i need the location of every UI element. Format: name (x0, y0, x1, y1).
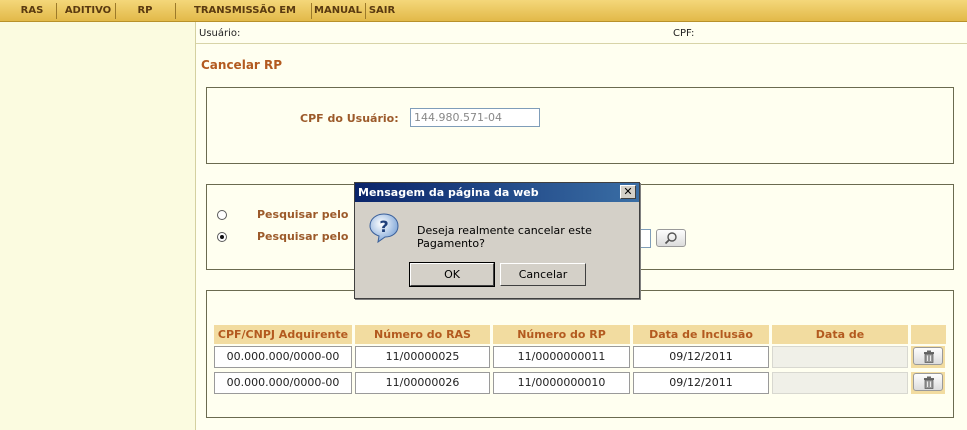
table-row-2-ras: 11/00000026 (355, 372, 490, 394)
svg-text:?: ? (379, 217, 388, 236)
confirm-dialog: Mensagem da página da web ✕ ? Deseja rea… (354, 182, 640, 299)
cpf-label: CPF: (673, 28, 695, 39)
table-row-1-inclusao: 09/12/2011 (633, 346, 769, 368)
search-option-2-radio[interactable] (217, 232, 227, 242)
table-row-1-ras: 11/00000025 (355, 346, 490, 368)
table-row-2-delete-button[interactable] (913, 373, 943, 391)
dialog-close-button[interactable]: ✕ (620, 185, 636, 199)
dialog-ok-button[interactable]: OK (409, 262, 495, 287)
table-row-1-rp: 11/0000000011 (493, 346, 630, 368)
dialog-message: Deseja realmente cancelar este Pagamento… (417, 224, 592, 250)
menu-separator (311, 3, 312, 19)
column-header-numero-rp: Número do RP (493, 325, 630, 344)
question-icon: ? (369, 213, 399, 244)
menu-item-ras[interactable]: RAS (12, 0, 52, 22)
user-label: Usuário: (199, 28, 241, 39)
page-title: Cancelar RP (201, 58, 283, 72)
table-row-2-rp: 11/0000000010 (493, 372, 630, 394)
trash-icon (924, 376, 934, 389)
table-row-2-cancelamento (772, 372, 908, 394)
trash-icon (924, 350, 934, 363)
menu-separator (175, 3, 176, 19)
search-option-1-label: Pesquisar pelo (257, 208, 349, 221)
menu-item-transmissao-em-lote[interactable]: TRANSMISSÃO EM LOTE (180, 0, 310, 38)
user-info-bar: Usuário: CPF: (196, 26, 967, 44)
menu-item-rp[interactable]: RP (125, 0, 165, 22)
search-button[interactable] (656, 229, 686, 247)
left-sidebar (0, 22, 196, 430)
magnifier-icon (664, 232, 677, 245)
top-menu-bar: RAS ADITIVO RP TRANSMISSÃO EM LOTE MANUA… (0, 0, 967, 38)
search-option-2-label: Pesquisar pelo (257, 230, 349, 243)
cpf-input[interactable]: 144.980.571-04 (410, 108, 540, 127)
column-header-action (911, 325, 946, 344)
table-row-1-cancelamento (772, 346, 908, 368)
column-header-cpf-cnpj: CPF/CNPJ Adquirente (214, 325, 352, 344)
menu-separator (115, 3, 116, 19)
table-row-1-cpf-cnpj: 00.000.000/0000-00 (214, 346, 352, 368)
table-row-1-delete-button[interactable] (913, 347, 943, 365)
column-header-numero-ras: Número do RAS (355, 325, 490, 344)
dialog-cancel-button[interactable]: Cancelar (500, 263, 586, 286)
table-row-2-cpf-cnpj: 00.000.000/0000-00 (214, 372, 352, 394)
column-header-data-inclusao: Data de Inclusão (633, 325, 769, 344)
cpf-field-label: CPF do Usuário: (300, 112, 399, 125)
dialog-title: Mensagem da página da web (355, 183, 639, 202)
table-row-2-inclusao: 09/12/2011 (633, 372, 769, 394)
menu-item-sair[interactable]: SAIR (366, 0, 398, 22)
cpf-form-panel (206, 87, 954, 164)
menu-item-manual[interactable]: MANUAL (313, 0, 363, 22)
search-option-1-radio[interactable] (217, 210, 227, 220)
column-header-data-cancelamento: Data de Cancelamento (772, 325, 908, 360)
menu-item-aditivo[interactable]: ADITIVO (60, 0, 116, 22)
menu-separator (56, 3, 57, 19)
